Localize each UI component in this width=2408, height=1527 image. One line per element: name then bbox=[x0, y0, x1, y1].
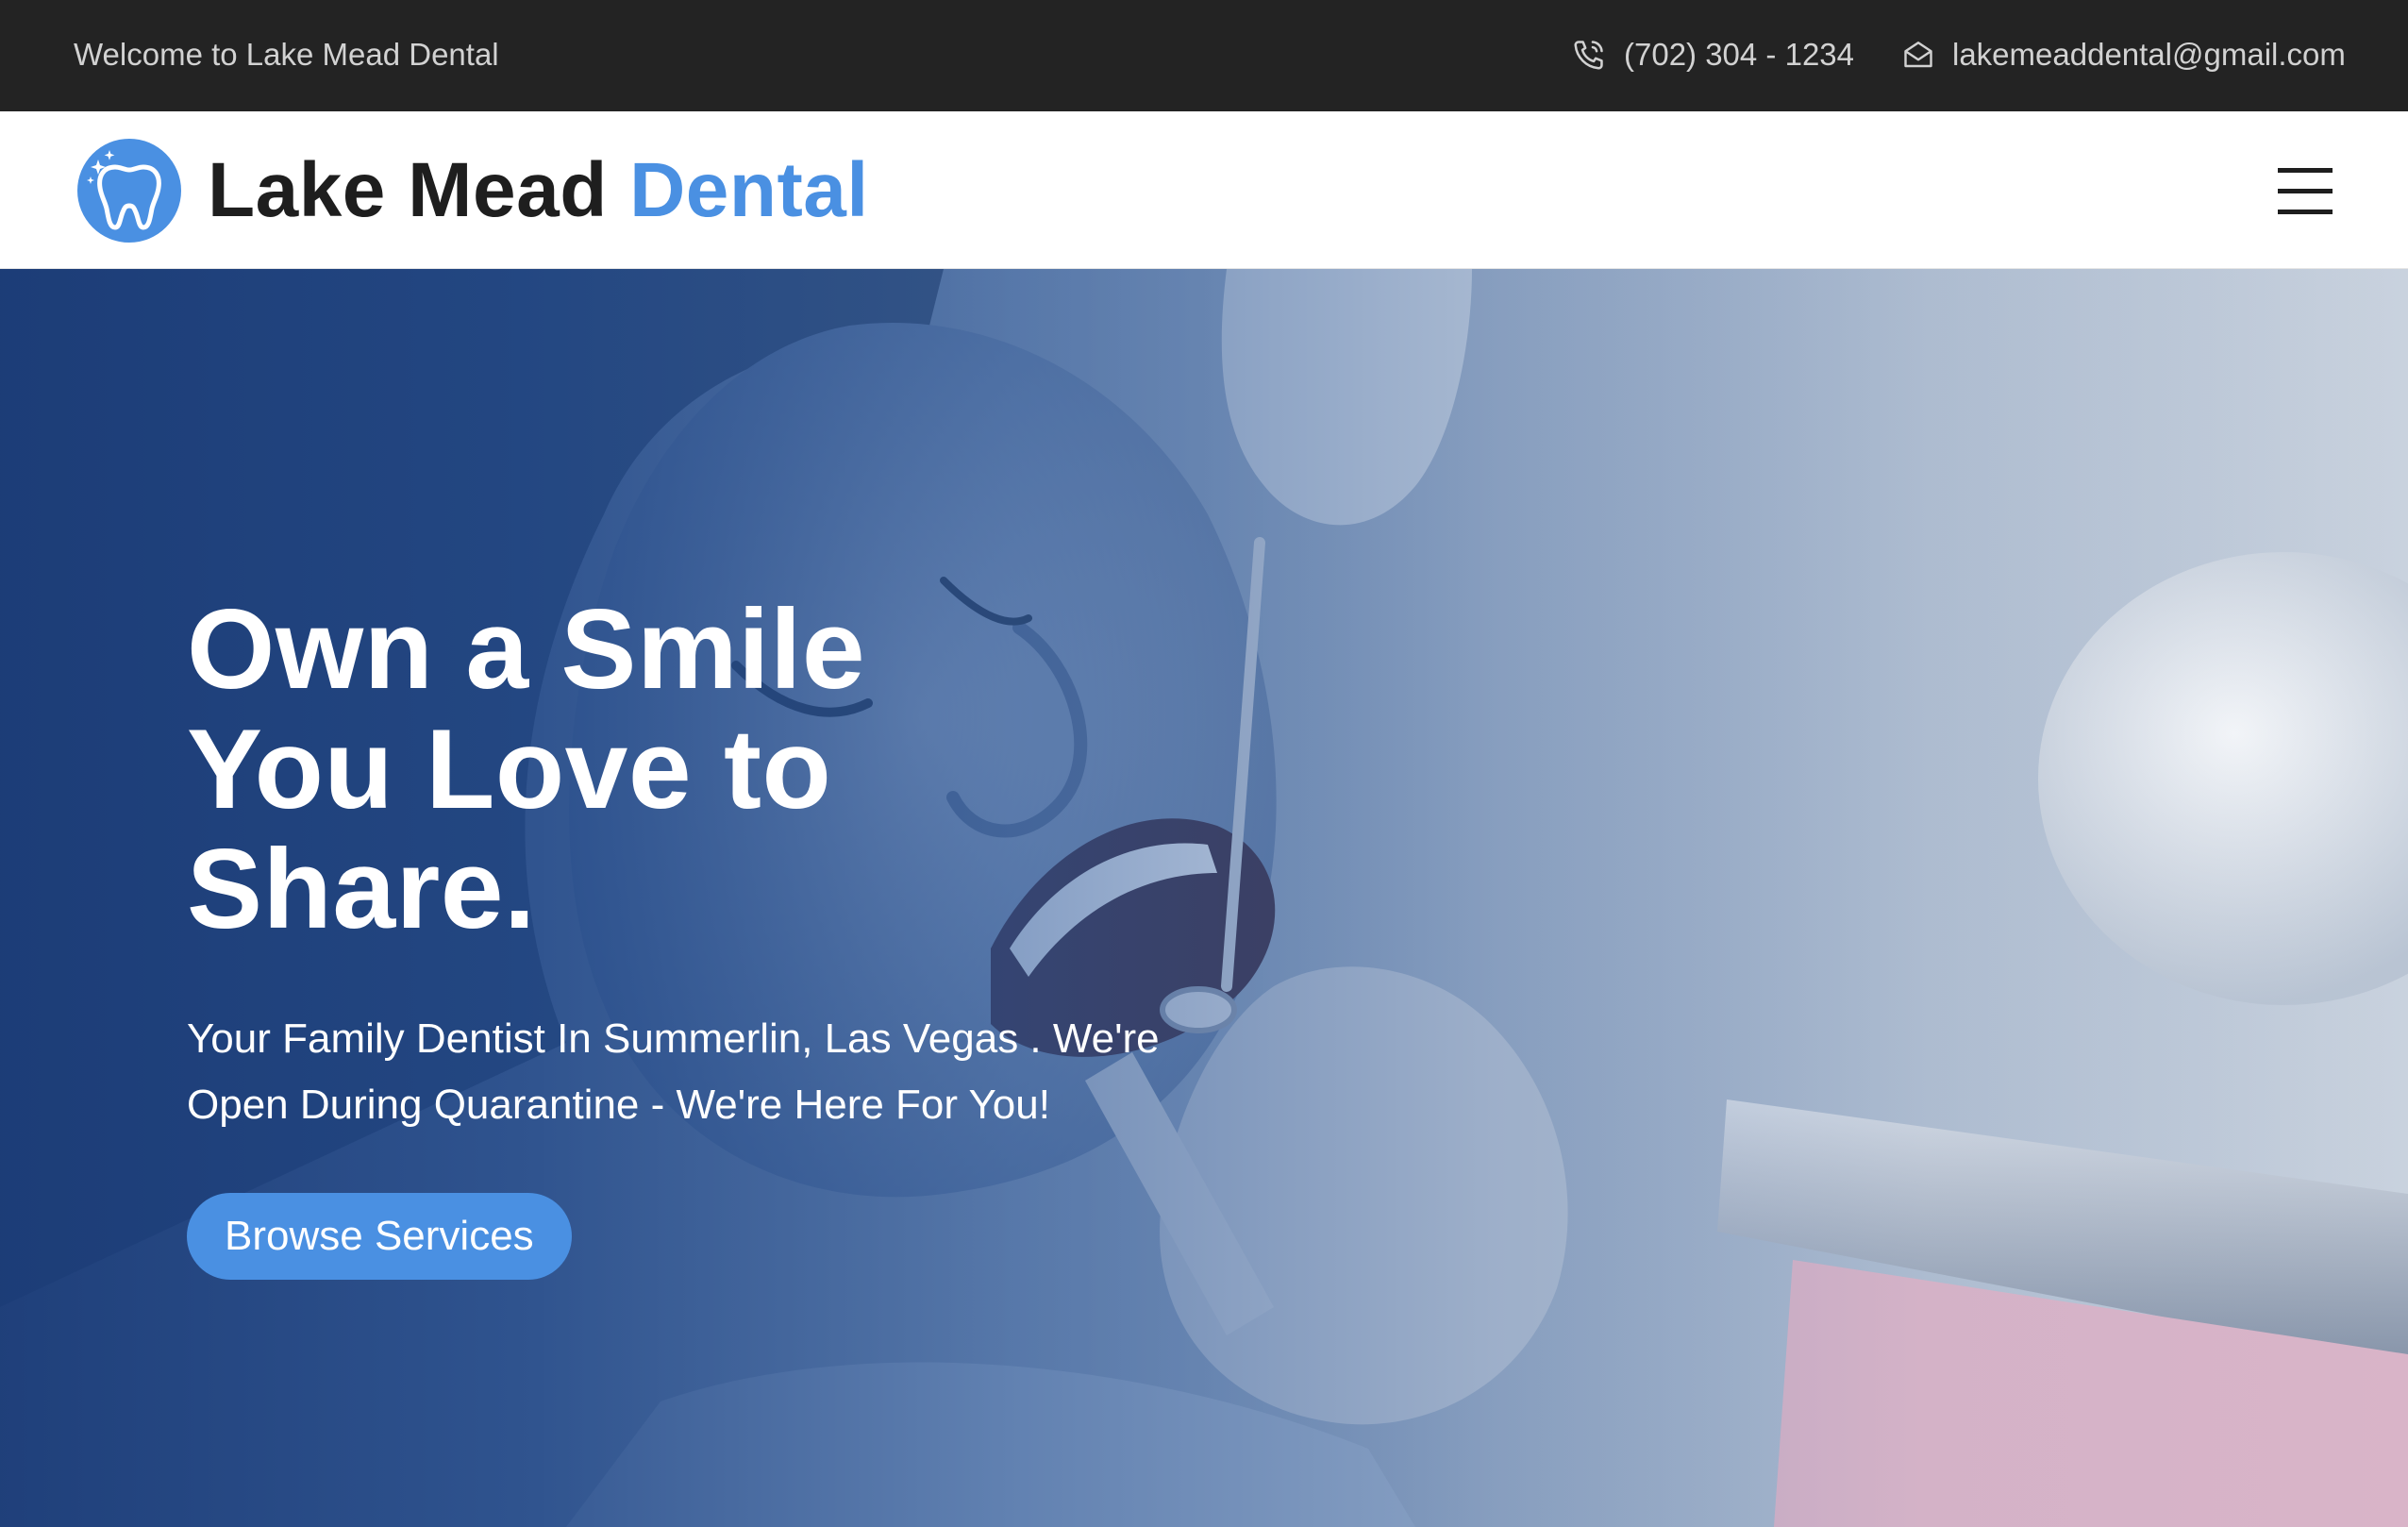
hamburger-menu-icon[interactable] bbox=[2274, 166, 2336, 215]
browse-services-button[interactable]: Browse Services bbox=[187, 1193, 572, 1280]
hero-content: Own a Smile You Love to Share. Your Fami… bbox=[187, 590, 1319, 1280]
hero-section: Own a Smile You Love to Share. Your Fami… bbox=[0, 269, 2408, 1527]
site-header: Lake Mead Dental bbox=[0, 111, 2408, 269]
phone-icon bbox=[1571, 37, 1607, 73]
hero-title: Own a Smile You Love to Share. bbox=[187, 586, 866, 952]
menu-bar bbox=[2278, 188, 2333, 193]
email-address: lakemeaddental@gmail.com bbox=[1952, 37, 2346, 72]
hero-subtitle: Your Family Dentist In Summerlin, Las Ve… bbox=[187, 1015, 1160, 1128]
envelope-icon bbox=[1901, 38, 1935, 72]
brand-name-accent: Dental bbox=[629, 147, 869, 233]
top-info-bar: Welcome to Lake Mead Dental (702) 304 - … bbox=[0, 0, 2408, 111]
phone-number: (702) 304 - 1234 bbox=[1624, 37, 1855, 72]
site-logo[interactable]: Lake Mead Dental bbox=[77, 138, 869, 243]
welcome-message: Welcome to Lake Mead Dental bbox=[74, 37, 499, 72]
brand-name-primary: Lake Mead bbox=[208, 147, 608, 233]
menu-bar bbox=[2278, 167, 2333, 173]
phone-link[interactable]: (702) 304 - 1234 bbox=[1571, 36, 1854, 74]
email-link[interactable]: lakemeaddental@gmail.com bbox=[1901, 36, 2346, 74]
brand-name: Lake Mead Dental bbox=[208, 146, 869, 235]
tooth-sparkle-icon bbox=[77, 139, 181, 243]
menu-bar bbox=[2278, 209, 2333, 214]
